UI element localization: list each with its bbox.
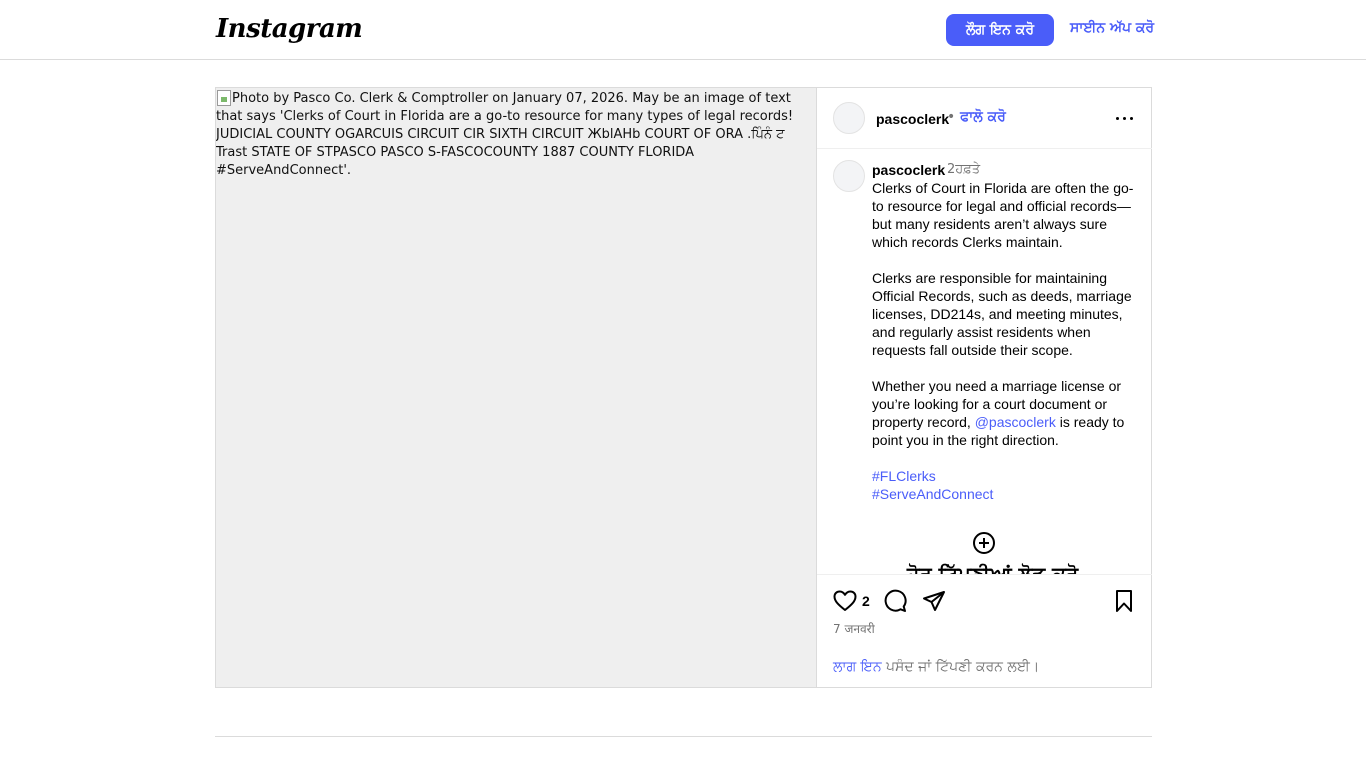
hashtag-link[interactable]: #ServeAndConnect [872, 485, 1138, 503]
author-username[interactable]: pascoclerk [876, 111, 949, 127]
caption-timestamp[interactable]: 2ਹਫ਼ਤੇ [947, 162, 980, 177]
plus-circle-icon[interactable] [972, 531, 996, 555]
post-sidebar: pascoclerk • ਫਾਲੋ ਕਰੋ pascoclerk 2ਹਫ਼ਤੇ … [816, 88, 1152, 687]
caption-paragraph: Clerks are responsible for maintaining O… [872, 270, 1132, 358]
caption-author-avatar[interactable] [833, 160, 865, 192]
heart-icon[interactable] [833, 589, 857, 613]
post-header: pascoclerk • ਫਾਲੋ ਕਰੋ [817, 88, 1152, 149]
load-more-comments-label[interactable]: ਹੋਰ ਟਿੱਪਣੀਆਂ ਲੋਡ ਕਰੋ [907, 562, 1078, 574]
follow-label: ਫਾਲੋ ਕਰੋ [960, 109, 1006, 125]
comment-bubble-icon[interactable] [883, 589, 907, 613]
author-avatar[interactable] [833, 102, 865, 134]
post-caption: Clerks of Court in Florida are often the… [872, 179, 1138, 503]
post-media[interactable]: Photo by Pasco Co. Clerk & Comptroller o… [216, 88, 816, 687]
caption-paragraph: Clerks of Court in Florida are often the… [872, 180, 1134, 250]
image-alt-text: Photo by Pasco Co. Clerk & Comptroller o… [216, 91, 794, 178]
separator-dot: • [947, 109, 956, 125]
post-date[interactable]: 7 जनवरी [833, 620, 875, 637]
caption-author-username[interactable]: pascoclerk [872, 162, 945, 178]
follow-button[interactable]: • ਫਾਲੋ ਕਰੋ [947, 109, 1006, 125]
caption-paragraph: Whether you need a marriage license or y… [872, 377, 1138, 449]
more-options-icon[interactable] [1113, 108, 1135, 128]
footer-divider [215, 736, 1152, 737]
mention-link[interactable]: @pascoclerk [975, 414, 1056, 430]
hashtag-link[interactable]: #FLClerks [872, 467, 1138, 485]
post-card: Photo by Pasco Co. Clerk & Comptroller o… [215, 87, 1152, 688]
post-actions: 2 7 जनवरी ਲਾਗ ਇਨ ਪਸੰਦ ਜਾਂ ਟਿੱਪਣੀ ਕਰਨ ਲਈ। [817, 574, 1152, 687]
bookmark-icon[interactable] [1112, 589, 1136, 613]
instagram-logo[interactable]: Instagram [216, 14, 363, 44]
login-prompt-text: ਪਸੰਦ ਜਾਂ ਟਿੱਪਣੀ ਕਰਨ ਲਈ। [886, 659, 1040, 675]
login-button[interactable]: ਲੌਗ ਇਨ ਕਰੋ [946, 14, 1054, 46]
comments-section[interactable]: pascoclerk 2ਹਫ਼ਤੇ Clerks of Court in Flo… [817, 149, 1152, 574]
signup-link[interactable]: ਸਾਈਨ ਅੱਪ ਕਰੋ [1070, 20, 1154, 36]
top-navigation-bar: Instagram ਲੌਗ ਇਨ ਕਰੋ ਸਾਈਨ ਅੱਪ ਕਰੋ [0, 0, 1366, 60]
paper-plane-icon[interactable] [922, 589, 946, 613]
login-to-interact-prompt: ਲਾਗ ਇਨ ਪਸੰਦ ਜਾਂ ਟਿੱਪਣੀ ਕਰਨ ਲਈ। [833, 659, 1039, 675]
like-count[interactable]: 2 [862, 593, 870, 609]
login-link[interactable]: ਲਾਗ ਇਨ [833, 659, 882, 675]
